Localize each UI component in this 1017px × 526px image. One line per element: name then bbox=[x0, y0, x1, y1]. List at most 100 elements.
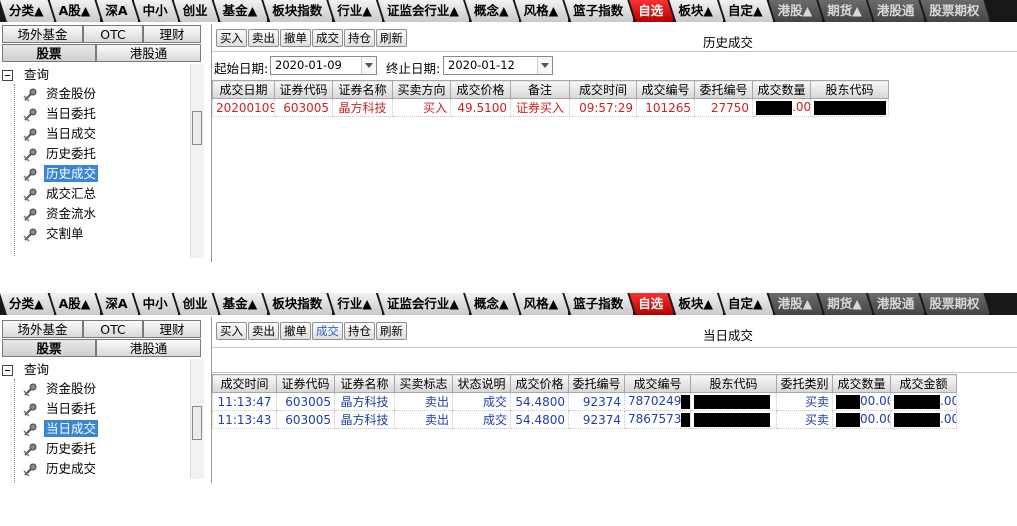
market-tab[interactable]: 板块指数 bbox=[263, 0, 333, 22]
column-header[interactable]: 股东代码 bbox=[810, 80, 889, 99]
market-tab[interactable]: 分类▲ bbox=[0, 0, 55, 22]
market-tab[interactable]: 深A bbox=[96, 0, 138, 22]
market-tab[interactable]: A股▲ bbox=[50, 0, 102, 22]
column-header[interactable]: 成交价格 bbox=[510, 374, 569, 393]
market-tab[interactable]: 自定▲ bbox=[719, 293, 774, 315]
column-header[interactable]: 证券代码 bbox=[276, 374, 335, 393]
market-tab[interactable]: 证监会行业▲ bbox=[378, 0, 470, 22]
market-tab[interactable]: 创业 bbox=[174, 0, 219, 22]
tree-item[interactable]: 当日委托 bbox=[22, 399, 98, 419]
column-header[interactable]: 证券名称 bbox=[334, 374, 395, 393]
tree-item[interactable]: 历史成交 bbox=[22, 164, 99, 184]
table-row[interactable]: 20200109 603005 晶方科技 买入 49.5100 证券买入 09:57:29 1… bbox=[212, 98, 889, 117]
cancel-order-button[interactable]: 撤单 bbox=[280, 322, 311, 340]
segment-otc-funds[interactable]: 场外基金 bbox=[2, 25, 83, 43]
tree-scrollbar[interactable] bbox=[190, 359, 204, 479]
column-header[interactable]: 买卖标志 bbox=[394, 374, 453, 393]
column-header[interactable]: 证券代码 bbox=[274, 80, 333, 99]
column-header[interactable]: 成交日期 bbox=[212, 80, 275, 99]
market-tab[interactable]: 板块▲ bbox=[669, 0, 724, 22]
tree-item[interactable]: 历史委托 bbox=[22, 144, 98, 164]
trades-button[interactable]: 成交 bbox=[312, 29, 343, 47]
market-tab[interactable]: 期货▲ bbox=[818, 0, 873, 22]
buy-button[interactable]: 买入 bbox=[216, 322, 247, 340]
market-tab[interactable]: 港股▲ bbox=[769, 0, 824, 22]
cancel-order-button[interactable]: 撤单 bbox=[280, 29, 311, 47]
tree-scrollbar[interactable] bbox=[190, 64, 204, 258]
start-date-picker[interactable]: 2020-01-09 bbox=[270, 56, 377, 75]
market-tab[interactable]: 港股▲ bbox=[769, 293, 824, 315]
tree-scrollbar-thumb[interactable] bbox=[192, 406, 202, 440]
market-tab[interactable]: 自选 bbox=[629, 0, 674, 22]
column-header[interactable]: 成交编号 bbox=[624, 374, 691, 393]
market-tab[interactable]: 篮子指数 bbox=[564, 293, 634, 315]
column-header[interactable]: 成交金额 bbox=[890, 374, 957, 393]
table-row[interactable]: 11:13:47 603005 晶方科技 卖出 成交 54.4800 92374 787024… bbox=[212, 392, 957, 411]
column-header[interactable]: 委托类别 bbox=[776, 374, 833, 393]
market-tab[interactable]: A股▲ bbox=[50, 293, 102, 315]
tree-item[interactable]: 当日成交 bbox=[22, 124, 98, 144]
segment-otc[interactable]: OTC bbox=[83, 25, 143, 43]
market-tab[interactable]: 自选 bbox=[629, 293, 674, 315]
market-tab[interactable]: 篮子指数 bbox=[564, 0, 634, 22]
market-tab[interactable]: 分类▲ bbox=[0, 293, 55, 315]
column-header[interactable]: 股东代码 bbox=[690, 374, 777, 393]
market-tab[interactable]: 创业 bbox=[174, 293, 219, 315]
column-header[interactable]: 成交编号 bbox=[636, 80, 695, 99]
market-tab[interactable]: 风格▲ bbox=[515, 293, 570, 315]
segment-hk-connect[interactable]: 港股通 bbox=[96, 339, 201, 357]
table-row[interactable]: 11:13:43 603005 晶方科技 卖出 成交 54.4800 92374 786757… bbox=[212, 410, 957, 429]
positions-button[interactable]: 持仓 bbox=[344, 29, 375, 47]
segment-hk-connect[interactable]: 港股通 bbox=[96, 44, 201, 62]
tree-scrollbar-thumb[interactable] bbox=[192, 111, 202, 145]
tree-root-query[interactable]: 查询 bbox=[2, 361, 49, 379]
refresh-button[interactable]: 刷新 bbox=[376, 29, 407, 47]
column-header[interactable]: 成交价格 bbox=[450, 80, 511, 99]
column-header[interactable]: 成交数量 bbox=[752, 80, 811, 99]
sell-button[interactable]: 卖出 bbox=[248, 29, 279, 47]
market-tab[interactable]: 概念▲ bbox=[465, 0, 520, 22]
tree-item[interactable]: 历史委托 bbox=[22, 439, 98, 459]
market-tab[interactable]: 板块▲ bbox=[669, 293, 724, 315]
market-tab[interactable]: 行业▲ bbox=[328, 0, 383, 22]
column-header[interactable]: 成交时间 bbox=[569, 80, 637, 99]
market-tab[interactable]: 中小 bbox=[134, 293, 179, 315]
column-header[interactable]: 买卖方向 bbox=[392, 80, 451, 99]
market-tab[interactable]: 深A bbox=[96, 293, 138, 315]
market-tab[interactable]: 证监会行业▲ bbox=[378, 293, 470, 315]
sell-button[interactable]: 卖出 bbox=[248, 322, 279, 340]
tree-item[interactable]: 历史成交 bbox=[22, 459, 98, 479]
tree-item[interactable]: 资金股份 bbox=[22, 379, 98, 399]
column-header[interactable]: 成交时间 bbox=[212, 374, 277, 393]
column-header[interactable]: 状态说明 bbox=[452, 374, 511, 393]
segment-otc[interactable]: OTC bbox=[83, 320, 143, 338]
column-header[interactable]: 备注 bbox=[510, 80, 570, 99]
market-tab[interactable]: 中小 bbox=[134, 0, 179, 22]
market-tab[interactable]: 期货▲ bbox=[818, 293, 873, 315]
dropdown-arrow-icon[interactable] bbox=[537, 57, 552, 74]
tree-item[interactable]: 资金股份 bbox=[22, 84, 98, 104]
tree-item[interactable]: 交割单 bbox=[22, 224, 86, 244]
segment-stocks[interactable]: 股票 bbox=[2, 44, 96, 62]
dropdown-arrow-icon[interactable] bbox=[361, 57, 376, 74]
market-tab[interactable]: 股票期权 bbox=[920, 0, 990, 22]
buy-button[interactable]: 买入 bbox=[216, 29, 247, 47]
market-tab[interactable]: 自定▲ bbox=[719, 0, 774, 22]
market-tab[interactable]: 股票期权 bbox=[920, 293, 990, 315]
market-tab[interactable]: 港股通 bbox=[868, 0, 926, 22]
tree-item[interactable]: 资金流水 bbox=[22, 204, 98, 224]
column-header[interactable]: 证券名称 bbox=[332, 80, 393, 99]
tree-item[interactable]: 成交汇总 bbox=[22, 184, 98, 204]
market-tab[interactable]: 基金▲ bbox=[214, 0, 269, 22]
segment-otc-funds[interactable]: 场外基金 bbox=[2, 320, 83, 338]
market-tab[interactable]: 港股通 bbox=[868, 293, 926, 315]
segment-wealth[interactable]: 理财 bbox=[143, 25, 201, 43]
column-header[interactable]: 成交数量 bbox=[832, 374, 891, 393]
segment-wealth[interactable]: 理财 bbox=[143, 320, 201, 338]
tree-item[interactable]: 当日成交 bbox=[22, 419, 99, 439]
positions-button[interactable]: 持仓 bbox=[344, 322, 375, 340]
market-tab[interactable]: 基金▲ bbox=[214, 293, 269, 315]
market-tab[interactable]: 风格▲ bbox=[515, 0, 570, 22]
end-date-picker[interactable]: 2020-01-12 bbox=[443, 56, 553, 75]
market-tab[interactable]: 概念▲ bbox=[465, 293, 520, 315]
